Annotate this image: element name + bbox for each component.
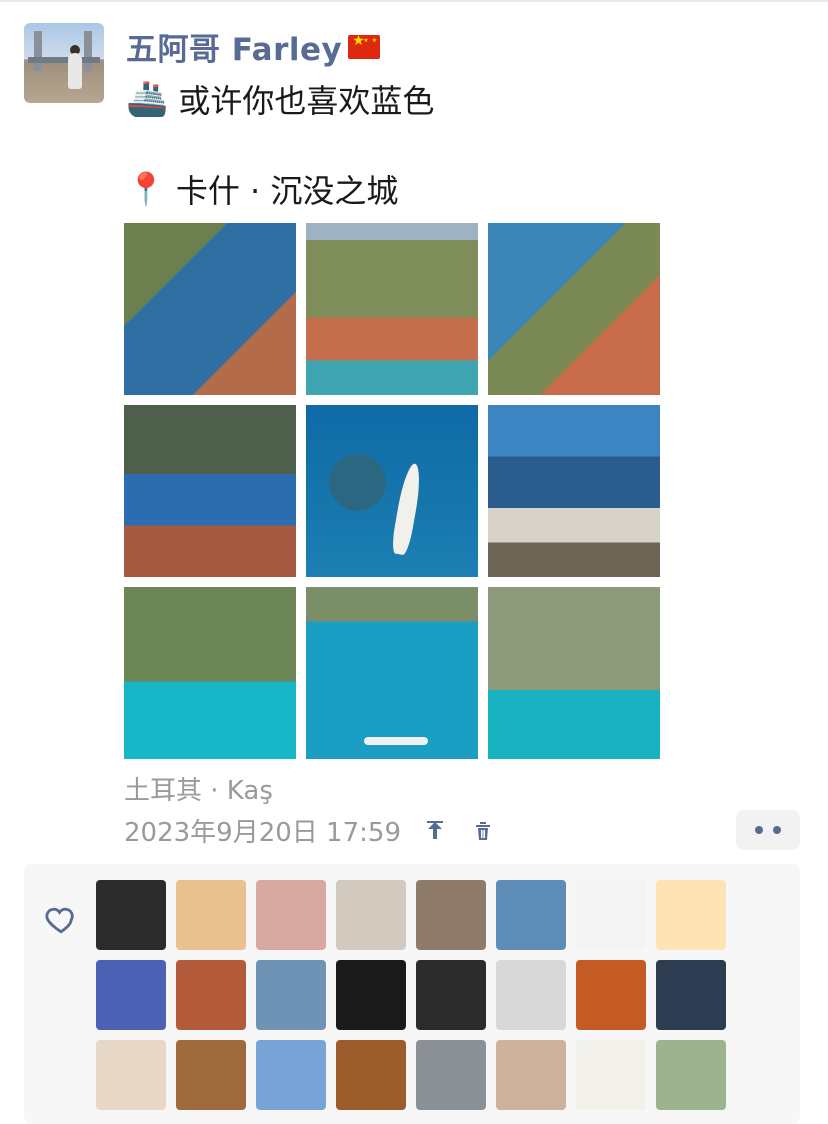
post-location[interactable]: 土耳其 · Kaş xyxy=(124,770,273,807)
liker-avatar[interactable] xyxy=(96,880,166,950)
liker-avatar[interactable] xyxy=(576,880,646,950)
liker-avatar[interactable] xyxy=(336,960,406,1030)
liker-avatar[interactable] xyxy=(656,960,726,1030)
liker-avatar[interactable] xyxy=(336,1040,406,1110)
liker-avatar[interactable] xyxy=(416,1040,486,1110)
photo-grid xyxy=(124,223,660,759)
liker-avatar[interactable] xyxy=(416,960,486,1030)
avatar-background xyxy=(34,31,92,71)
upload-icon[interactable] xyxy=(421,817,449,845)
photo-3[interactable] xyxy=(488,223,660,395)
photo-boat xyxy=(390,462,424,556)
photo-5[interactable] xyxy=(306,405,478,577)
username-text: 五阿哥 Farley xyxy=(126,32,343,68)
post-line-2: 📍 卡什 · 沉没之城 xyxy=(126,166,398,212)
liker-avatar[interactable] xyxy=(256,1040,326,1110)
photo-8[interactable] xyxy=(306,587,478,759)
username[interactable]: 五阿哥 Farley xyxy=(126,24,381,69)
post-text-1: 或许你也喜欢蓝色 xyxy=(178,82,435,120)
more-dot xyxy=(773,826,781,834)
liker-avatar[interactable] xyxy=(176,960,246,1030)
photo-boat xyxy=(364,737,428,745)
liker-avatar[interactable] xyxy=(176,1040,246,1110)
post-text-2: 卡什 · 沉没之城 xyxy=(175,172,399,210)
heart-icon xyxy=(44,902,78,936)
liker-avatar[interactable] xyxy=(496,1040,566,1110)
photo-6[interactable] xyxy=(488,405,660,577)
liker-avatar[interactable] xyxy=(576,1040,646,1110)
liker-avatar[interactable] xyxy=(176,880,246,950)
post-meta-row: 2023年9月20日 17:59 xyxy=(124,812,497,849)
more-options-button[interactable] xyxy=(736,810,800,850)
location-pin-icon: 📍 xyxy=(126,170,166,208)
liker-avatar[interactable] xyxy=(576,960,646,1030)
ship-icon: 🚢 xyxy=(126,79,169,119)
likes-panel xyxy=(24,864,800,1124)
post-line-1: 🚢 或许你也喜欢蓝色 xyxy=(126,76,434,122)
liker-avatar[interactable] xyxy=(496,960,566,1030)
liker-avatar[interactable] xyxy=(256,880,326,950)
liker-avatar[interactable] xyxy=(96,960,166,1030)
avatar[interactable] xyxy=(24,23,104,103)
photo-2[interactable] xyxy=(306,223,478,395)
photo-7[interactable] xyxy=(124,587,296,759)
top-divider xyxy=(0,0,828,2)
photo-9[interactable] xyxy=(488,587,660,759)
china-flag-icon xyxy=(348,33,381,59)
liker-avatar[interactable] xyxy=(496,880,566,950)
liker-avatar[interactable] xyxy=(656,880,726,950)
liker-avatar[interactable] xyxy=(96,1040,166,1110)
avatar-person xyxy=(68,53,82,89)
liker-avatar[interactable] xyxy=(256,960,326,1030)
trash-icon[interactable] xyxy=(469,817,497,845)
liker-avatar[interactable] xyxy=(336,880,406,950)
more-dot xyxy=(755,826,763,834)
photo-4[interactable] xyxy=(124,405,296,577)
liker-avatar[interactable] xyxy=(656,1040,726,1110)
liker-avatar[interactable] xyxy=(416,880,486,950)
post-timestamp: 2023年9月20日 17:59 xyxy=(124,818,401,848)
photo-1[interactable] xyxy=(124,223,296,395)
avatar-bridge xyxy=(28,57,100,63)
